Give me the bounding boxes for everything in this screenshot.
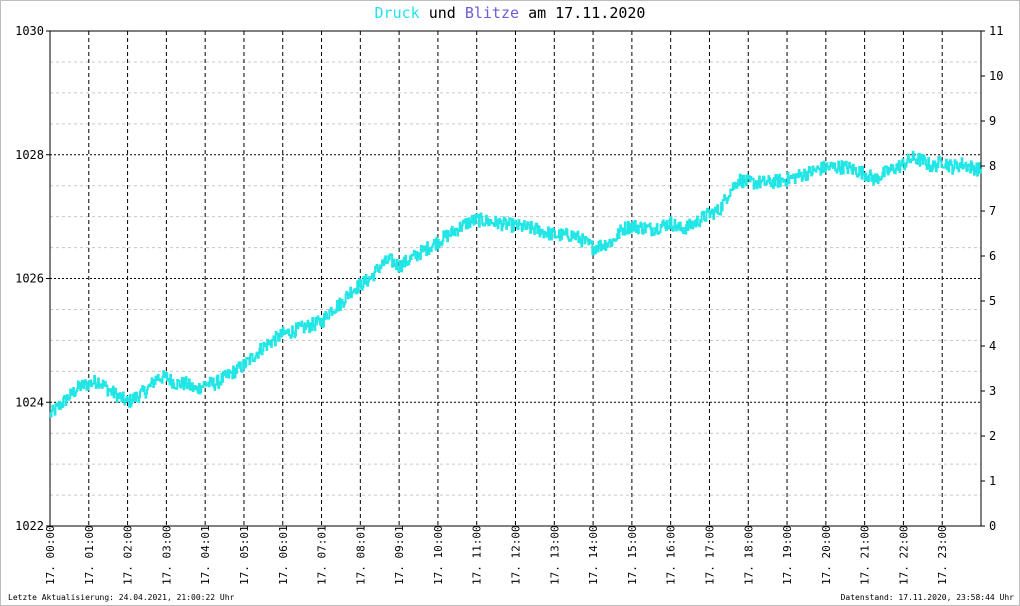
y-right-tick-label: 9 <box>989 114 996 128</box>
y-right-tick-label: 1 <box>989 474 996 488</box>
x-tick-label: 17. 11:00 <box>471 525 484 585</box>
x-tick-label: 17. 19:00 <box>781 525 794 585</box>
x-tick-label: 17. 10:00 <box>432 525 445 585</box>
x-tick-label: 17. 09:01 <box>393 525 406 585</box>
y-right-tick-label: 4 <box>989 339 996 353</box>
x-tick-label: 17. 17:00 <box>703 525 716 585</box>
x-tick-label: 17. 13:00 <box>548 525 561 585</box>
y-right-tick-label: 6 <box>989 249 996 263</box>
y-right-tick-label: 5 <box>989 294 996 308</box>
x-tick-label: 17. 03:00 <box>160 525 173 585</box>
x-tick-label: 17. 04:01 <box>199 525 212 585</box>
y-right-tick-label: 10 <box>989 69 1003 83</box>
x-tick-label: 17. 14:00 <box>587 525 600 585</box>
x-tick-label: 17. 06:01 <box>277 525 290 585</box>
x-tick-label: 17. 08:01 <box>354 525 367 585</box>
pressure-chart: 1022 1024 1026 1028 1030 0 1 2 3 4 5 6 7 8 9 10 11 17. 00… <box>15 24 1003 585</box>
y-right-tick-label: 0 <box>989 519 996 533</box>
y-left-tick-label: 1028 <box>15 148 44 162</box>
y-right-tick-label: 7 <box>989 204 996 218</box>
x-tick-label: 17. 22:00 <box>897 525 910 585</box>
y-left-tick-label: 1030 <box>15 24 44 38</box>
x-tick-label: 17. 23:00 <box>936 525 949 585</box>
x-tick-label: 17. 16:00 <box>665 525 678 585</box>
y-left-tick-label: 1022 <box>15 519 44 533</box>
footer-data-status: Datenstand: 17.11.2020, 23:58:44 Uhr <box>840 593 1014 602</box>
x-tick-label: 17. 12:00 <box>510 525 523 585</box>
x-tick-label: 17. 20:00 <box>820 525 833 585</box>
footer-last-update: Letzte Aktualisierung: 24.04.2021, 21:00… <box>8 593 235 602</box>
y-right-tick-label: 11 <box>989 24 1003 38</box>
x-tick-label: 17. 01:00 <box>83 525 96 585</box>
y-right-tick-label: 8 <box>989 159 996 173</box>
y-left-tick-label: 1024 <box>15 395 44 409</box>
x-tick-label: 17. 02:00 <box>122 525 135 585</box>
y-left-tick-label: 1026 <box>15 272 44 286</box>
x-tick-label: 17. 21:00 <box>859 525 872 585</box>
y-right-tick-label: 2 <box>989 429 996 443</box>
y-right-tick-label: 3 <box>989 384 996 398</box>
x-tick-label: 17. 07:01 <box>316 525 329 585</box>
x-tick-label: 17. 05:01 <box>238 525 251 585</box>
x-tick-label: 17. 00:00 <box>44 525 57 585</box>
x-tick-label: 17. 18:00 <box>742 525 755 585</box>
x-tick-label: 17. 15:00 <box>626 525 639 585</box>
